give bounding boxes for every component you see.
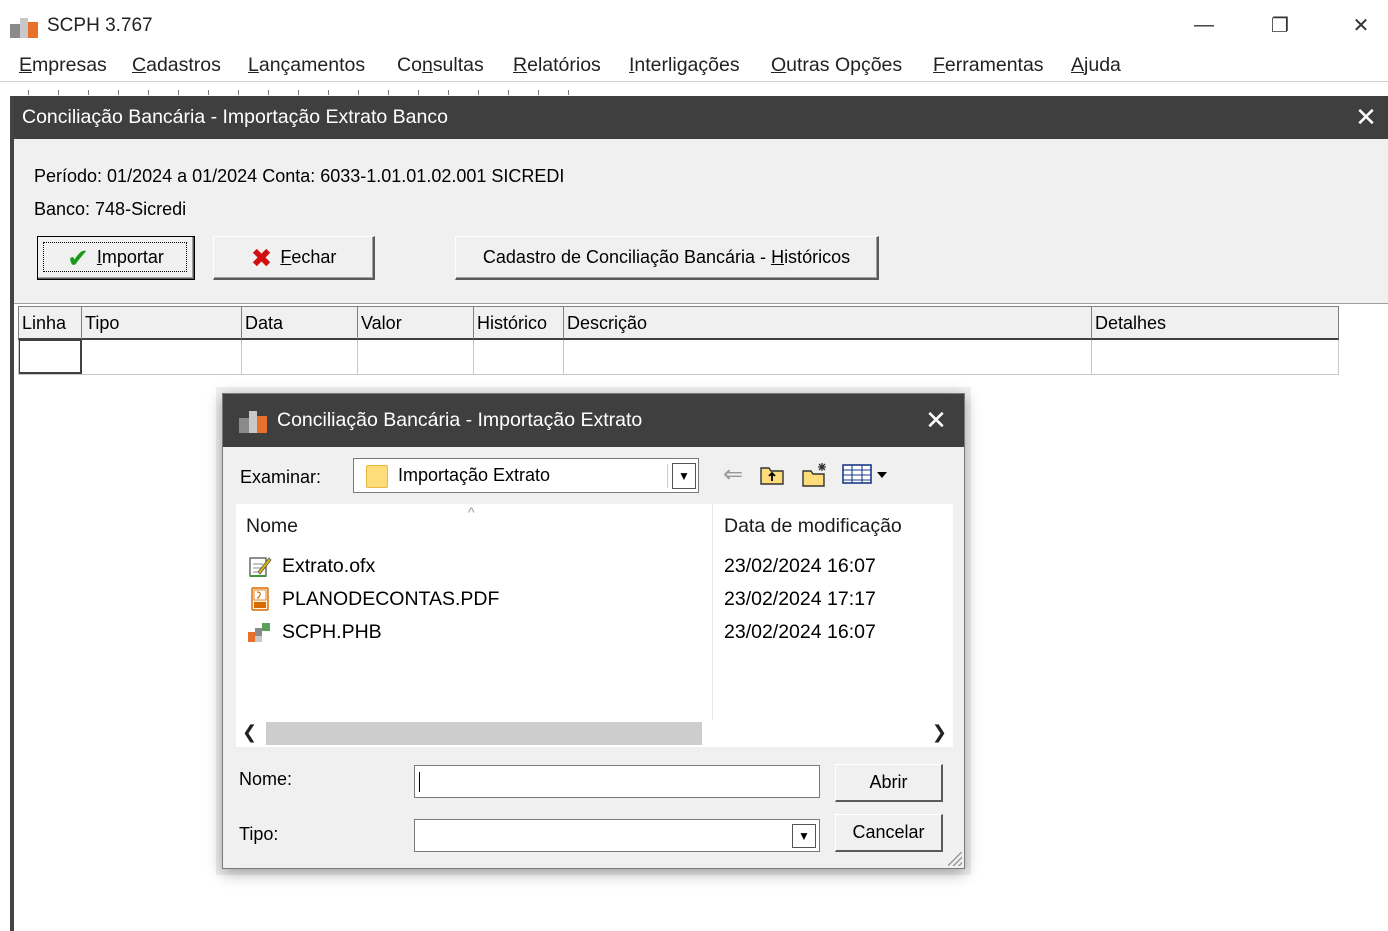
file-name: PLANODECONTAS.PDF xyxy=(282,588,500,610)
nome-label: Nome: xyxy=(239,769,293,789)
app-titlebar: SCPH 3.767 — ❐ ✕ xyxy=(0,0,1388,50)
conciliacao-panel: Período: 01/2024 a 01/2024 Conta: 6033-1… xyxy=(14,139,1388,304)
close-icon[interactable]: ✕ xyxy=(1350,101,1382,133)
cadastro-historicos-label: Cadastro de Conciliação Bancária - Histó… xyxy=(482,247,851,267)
file-date: 23/02/2024 16:07 xyxy=(724,555,876,577)
cadastro-historicos-button[interactable]: Cadastro de Conciliação Bancária - Histó… xyxy=(455,236,879,280)
ofx-file-icon xyxy=(249,557,272,577)
folder-select[interactable]: Importação Extrato ▼ xyxy=(353,458,699,493)
menu-bar: Empresas Cadastros Lançamentos Consultas… xyxy=(0,50,1388,82)
file-name: SCPH.PHB xyxy=(282,621,382,643)
minimize-button[interactable]: — xyxy=(1181,8,1227,42)
fechar-label: Fechar xyxy=(280,247,337,267)
app-logo-icon xyxy=(239,411,267,433)
menu-consultas[interactable]: Consultas xyxy=(397,54,484,77)
col-tipo[interactable]: Tipo xyxy=(82,307,242,339)
close-app-button[interactable]: ✕ xyxy=(1338,8,1384,42)
back-arrow-icon[interactable]: ⇐ xyxy=(723,460,743,489)
file-type-select[interactable]: ▼ xyxy=(414,819,820,852)
app-logo-icon xyxy=(10,18,38,38)
view-menu-icon[interactable] xyxy=(841,462,889,486)
list-item[interactable]: SCPH.PHB 23/02/2024 16:07 xyxy=(236,616,953,649)
column-data-modificacao[interactable]: Data de modificação xyxy=(724,515,902,538)
app-title: SCPH 3.767 xyxy=(47,15,153,36)
table-row[interactable] xyxy=(18,340,1339,375)
table-cell-linha[interactable] xyxy=(19,340,82,374)
col-historico[interactable]: Histórico xyxy=(474,307,564,339)
col-detalhes[interactable]: Detalhes xyxy=(1092,307,1338,339)
chevron-right-icon[interactable]: ❯ xyxy=(932,722,947,743)
grid-header: Linha Tipo Data Valor Histórico Descriçã… xyxy=(18,306,1339,340)
examinar-label: Examinar: xyxy=(240,467,322,487)
list-item[interactable]: Extrato.ofx 23/02/2024 16:07 xyxy=(236,550,953,583)
scph-file-icon xyxy=(248,623,270,642)
fechar-button[interactable]: ✖ Fechar xyxy=(213,236,375,280)
menu-relatorios[interactable]: Relatórios xyxy=(513,54,601,77)
chevron-left-icon[interactable]: ❮ xyxy=(242,722,257,743)
restore-button[interactable]: ❐ xyxy=(1257,8,1303,42)
menu-ajuda[interactable]: Ajuda xyxy=(1071,54,1121,77)
menu-cadastros[interactable]: Cadastros xyxy=(132,54,221,77)
file-list[interactable]: ^ Nome Data de modificação Extrato.ofx 2… xyxy=(236,504,953,747)
table-cell[interactable] xyxy=(82,340,242,374)
dialog-titlebar: Conciliação Bancária - Importação Extrat… xyxy=(223,394,964,447)
importar-button[interactable]: ✔ Importar xyxy=(37,236,195,280)
file-date: 23/02/2024 17:17 xyxy=(724,588,876,610)
pdf-file-icon xyxy=(251,587,269,611)
menu-empresas[interactable]: Empresas xyxy=(19,54,107,77)
folder-up-icon[interactable] xyxy=(759,462,785,486)
periodo-info: Período: 01/2024 a 01/2024 Conta: 6033-1… xyxy=(34,166,565,186)
toolbar-strip xyxy=(0,82,1388,95)
dialog-title: Conciliação Bancária - Importação Extrat… xyxy=(277,409,643,431)
import-file-dialog: Conciliação Bancária - Importação Extrat… xyxy=(222,393,965,869)
chevron-down-icon[interactable]: ▼ xyxy=(792,824,816,848)
cancelar-button[interactable]: Cancelar xyxy=(835,814,943,852)
table-cell[interactable] xyxy=(358,340,474,374)
col-descricao[interactable]: Descrição xyxy=(564,307,1092,339)
table-cell[interactable] xyxy=(1092,340,1338,374)
close-icon[interactable]: ✕ xyxy=(920,404,952,436)
table-cell[interactable] xyxy=(474,340,564,374)
scrollbar-thumb[interactable] xyxy=(266,722,702,745)
tipo-label: Tipo: xyxy=(239,824,279,844)
menu-interligacoes[interactable]: Interligações xyxy=(629,54,740,77)
menu-outras-opcoes[interactable]: Outras Opções xyxy=(771,54,902,77)
conciliacao-titlebar: Conciliação Bancária - Importação Extrat… xyxy=(14,96,1388,139)
new-folder-icon[interactable] xyxy=(801,462,829,488)
column-nome[interactable]: Nome xyxy=(246,515,298,538)
menu-lancamentos[interactable]: Lançamentos xyxy=(248,54,365,77)
folder-name: Importação Extrato xyxy=(398,465,551,485)
chevron-down-icon[interactable]: ▼ xyxy=(672,463,696,489)
focus-rect xyxy=(43,242,187,272)
list-item[interactable]: PLANODECONTAS.PDF 23/02/2024 17:17 xyxy=(236,583,953,616)
text-caret xyxy=(419,772,420,792)
abrir-button[interactable]: Abrir xyxy=(835,764,943,802)
col-data[interactable]: Data xyxy=(242,307,358,339)
horizontal-scrollbar[interactable]: ❮ ❯ xyxy=(236,720,953,747)
file-name-input[interactable] xyxy=(414,765,820,798)
file-name: Extrato.ofx xyxy=(282,555,376,577)
resize-grip-icon[interactable] xyxy=(948,852,962,866)
menu-ferramentas[interactable]: Ferramentas xyxy=(933,54,1044,77)
file-date: 23/02/2024 16:07 xyxy=(724,621,876,643)
table-cell[interactable] xyxy=(564,340,1092,374)
red-x-icon: ✖ xyxy=(250,242,273,273)
table-cell[interactable] xyxy=(242,340,358,374)
folder-icon xyxy=(366,465,388,488)
conciliacao-title: Conciliação Bancária - Importação Extrat… xyxy=(22,106,448,128)
banco-info: Banco: 748-Sicredi xyxy=(34,199,187,219)
sort-caret-icon: ^ xyxy=(468,504,475,520)
col-valor[interactable]: Valor xyxy=(358,307,474,339)
col-linha[interactable]: Linha xyxy=(19,307,82,339)
